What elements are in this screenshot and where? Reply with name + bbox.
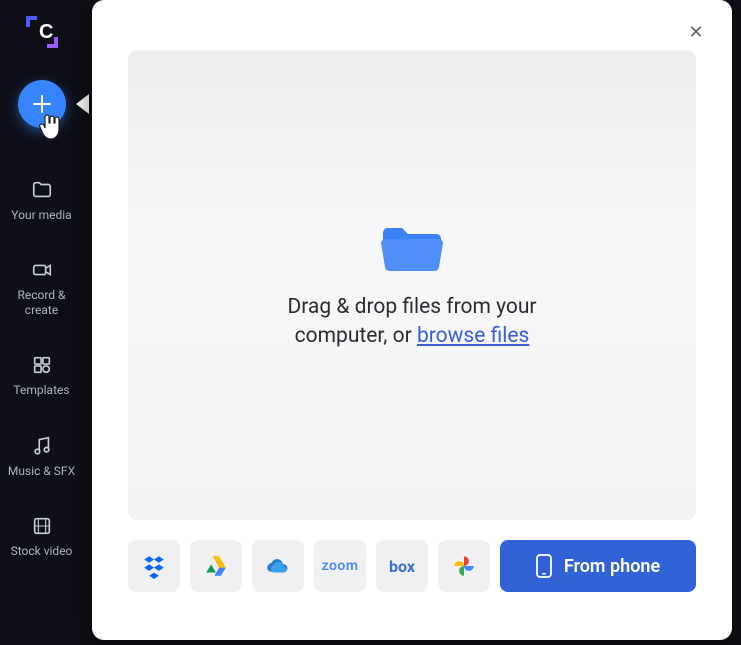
folder-icon — [30, 178, 54, 202]
sidebar-item-record-create[interactable]: Record & create — [0, 258, 83, 317]
from-phone-button[interactable]: From phone — [500, 540, 696, 592]
main-area: ✕ Drag & drop files from your computer, … — [83, 0, 741, 645]
source-zoom[interactable]: zoom — [314, 540, 366, 592]
box-icon: box — [389, 557, 415, 576]
sidebar: C Your media Record & create Templates M… — [0, 0, 83, 645]
camera-icon — [30, 258, 54, 282]
source-onedrive[interactable] — [252, 540, 304, 592]
templates-icon — [30, 353, 54, 377]
sidebar-item-label: Music & SFX — [8, 464, 75, 478]
dropbox-icon — [141, 553, 167, 579]
sidebar-item-stock-video[interactable]: Stock video — [0, 514, 83, 558]
add-button[interactable] — [18, 80, 66, 128]
sidebar-item-templates[interactable]: Templates — [0, 353, 83, 397]
onedrive-icon — [265, 553, 291, 579]
source-googlephotos[interactable] — [438, 540, 490, 592]
dropzone-text: Drag & drop files from your computer, or… — [287, 293, 536, 352]
app-logo: C — [24, 14, 60, 50]
dropzone-line1: Drag & drop files from your — [287, 293, 536, 322]
source-box[interactable]: box — [376, 540, 428, 592]
close-icon: ✕ — [688, 22, 703, 43]
googlephotos-icon — [451, 553, 477, 579]
sidebar-item-label: Record & create — [0, 288, 83, 317]
zoom-icon: zoom — [322, 558, 359, 574]
sidebar-item-label: Your media — [11, 208, 71, 222]
from-phone-label: From phone — [564, 556, 660, 577]
stockvideo-icon — [30, 514, 54, 538]
phone-icon — [536, 554, 552, 578]
dropzone[interactable]: Drag & drop files from your computer, or… — [128, 50, 696, 520]
close-button[interactable]: ✕ — [686, 22, 706, 42]
sidebar-item-your-media[interactable]: Your media — [0, 178, 83, 222]
music-icon — [30, 434, 54, 458]
browse-files-link[interactable]: browse files — [417, 324, 529, 348]
sidebar-item-label: Templates — [13, 383, 69, 397]
sidebar-item-music-sfx[interactable]: Music & SFX — [0, 434, 83, 478]
source-dropbox[interactable] — [128, 540, 180, 592]
googledrive-icon — [203, 553, 229, 579]
source-row: zoom box From phone — [128, 540, 696, 592]
dropzone-line2a: computer, or — [295, 324, 417, 348]
svg-text:C: C — [39, 21, 53, 43]
sidebar-item-label: Stock video — [11, 544, 73, 558]
import-panel: ✕ Drag & drop files from your computer, … — [92, 0, 732, 640]
folder-open-icon — [377, 219, 447, 275]
source-googledrive[interactable] — [190, 540, 242, 592]
